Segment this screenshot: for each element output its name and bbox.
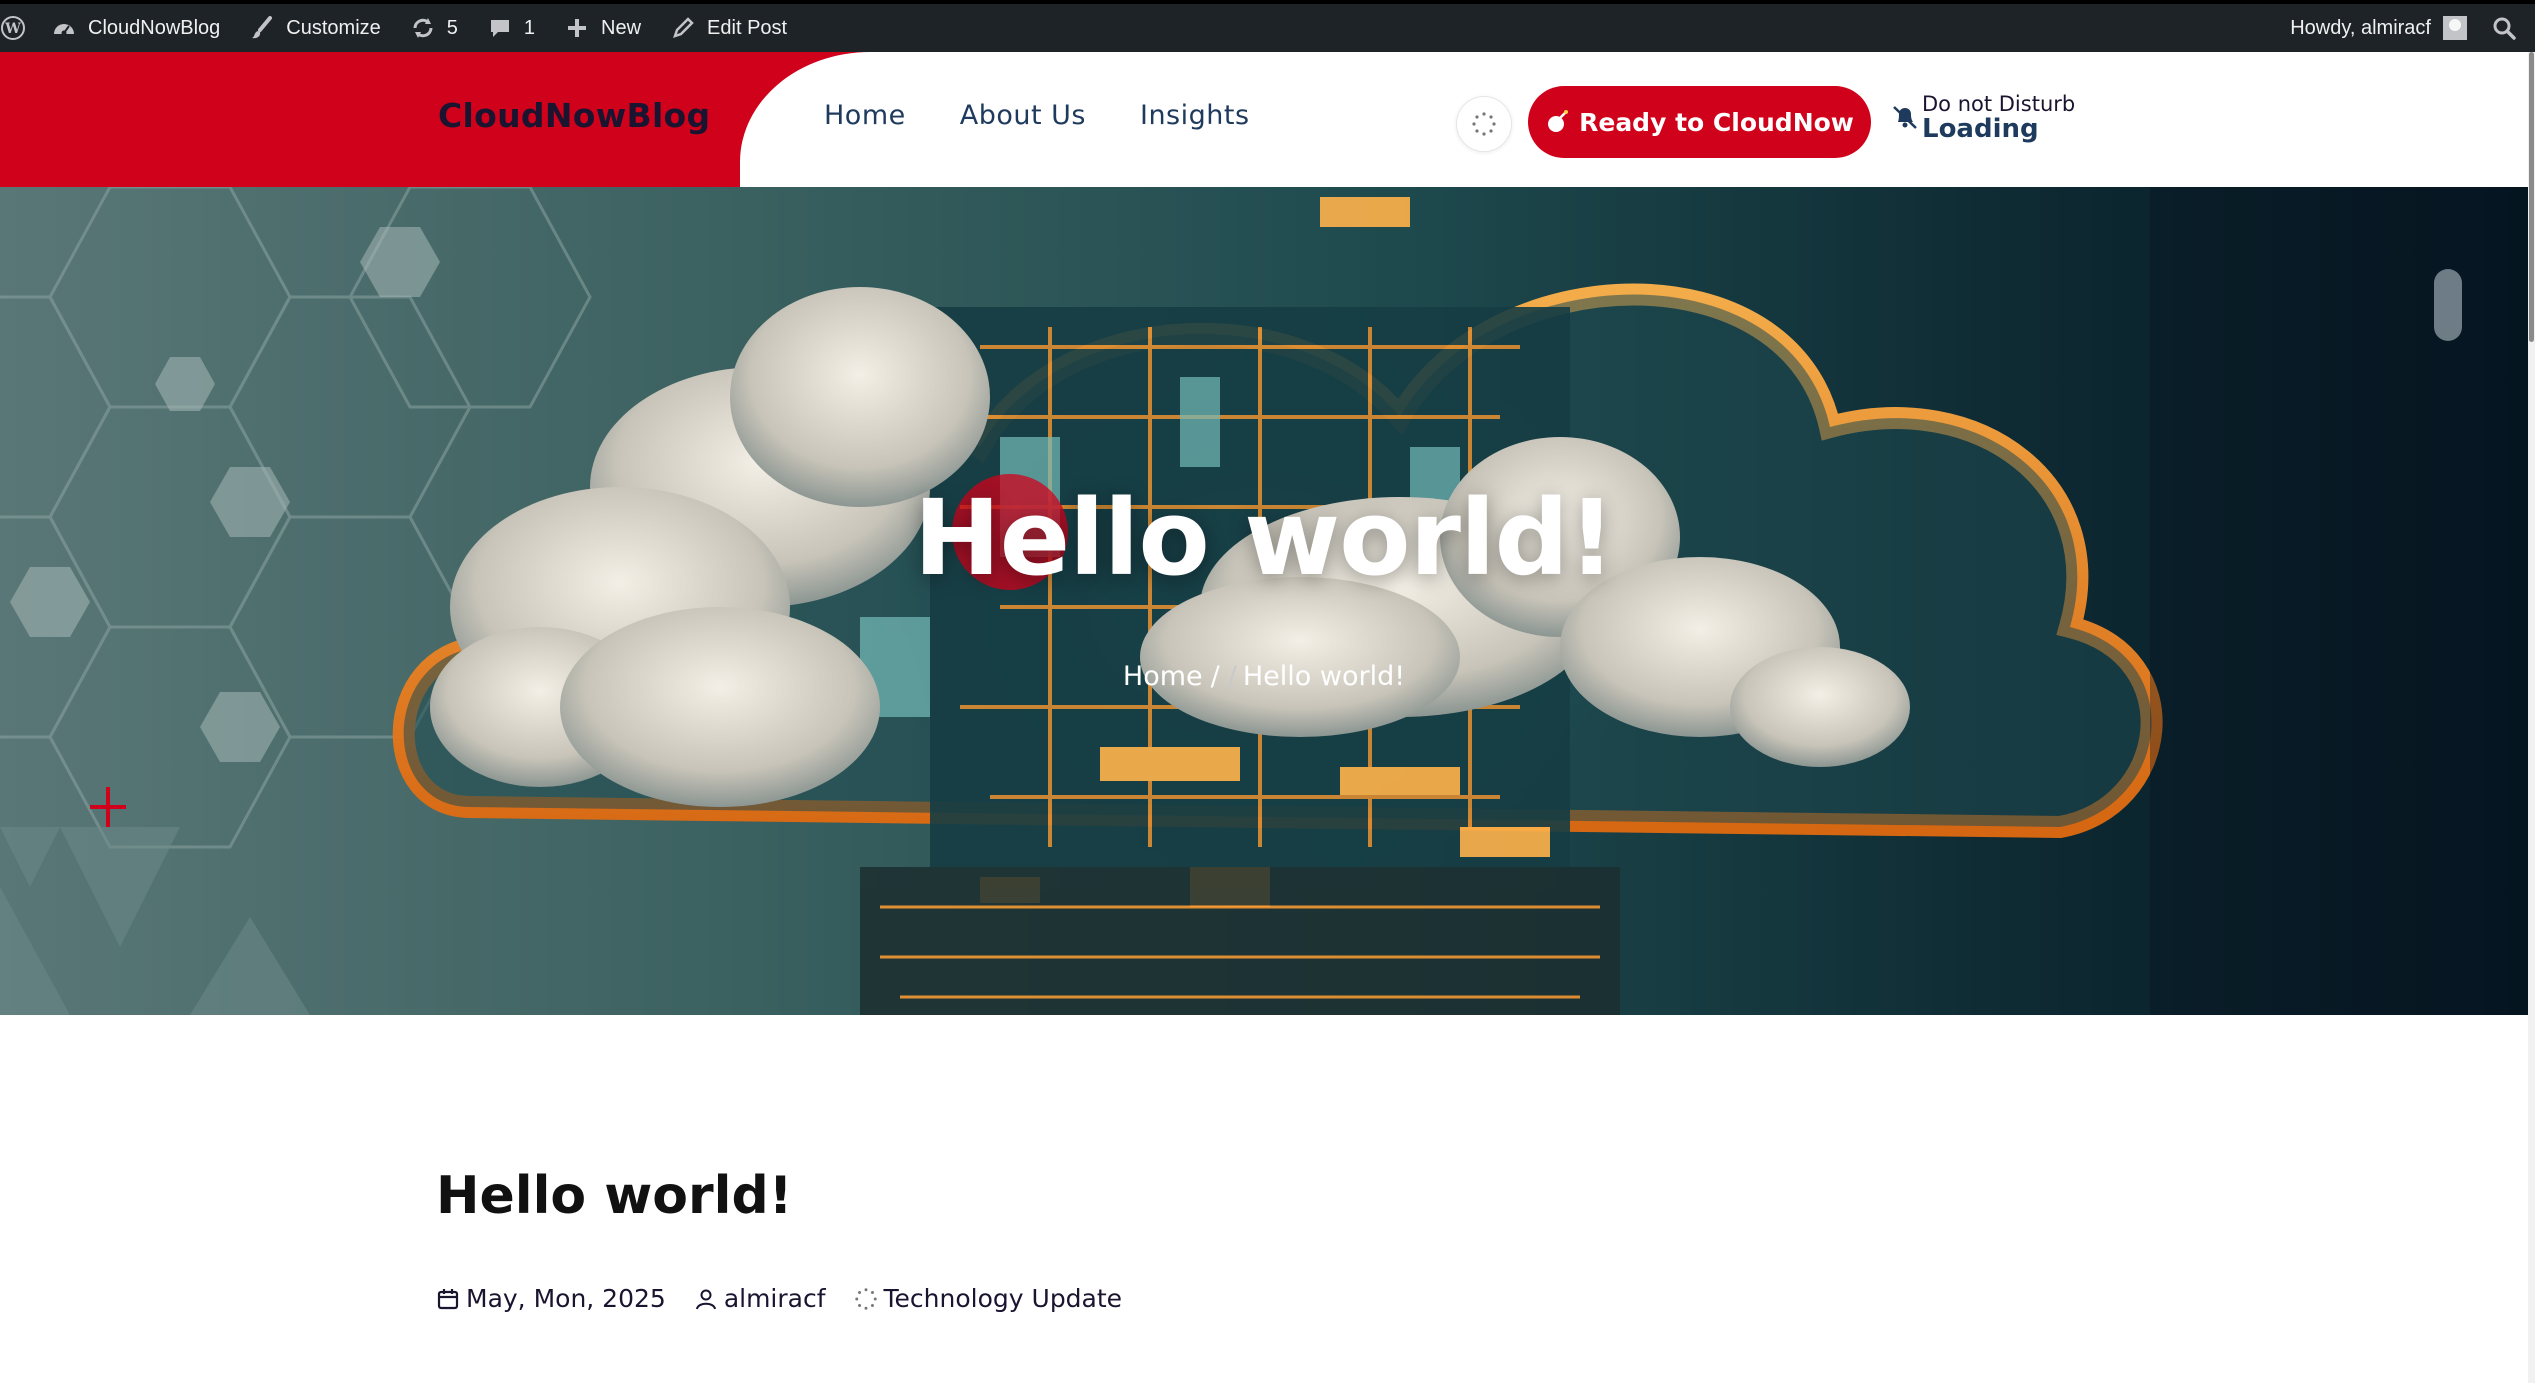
post-date-text: May, Mon, 2025 bbox=[466, 1284, 666, 1313]
new-label: New bbox=[601, 16, 642, 39]
breadcrumb-home-link[interactable]: Home bbox=[1123, 661, 1203, 692]
breadcrumb-current: Hello world! bbox=[1242, 661, 1406, 692]
site-name-link[interactable]: CloudNowBlog bbox=[36, 4, 234, 52]
cta-label: Ready to CloudNow bbox=[1579, 107, 1854, 137]
svg-text:W: W bbox=[4, 21, 21, 37]
post-meta: May, Mon, 2025 almiracf Technology Updat… bbox=[436, 1284, 1122, 1313]
calendar-icon bbox=[437, 1288, 459, 1309]
dashboard-icon bbox=[54, 24, 74, 36]
page-hero-banner: Hello world! Home / / Hello world! bbox=[0, 187, 2528, 1015]
updates-count: 5 bbox=[446, 16, 458, 39]
loading-spinner-icon bbox=[1472, 112, 1496, 136]
comments-count: 1 bbox=[523, 16, 536, 39]
customize-label: Customize bbox=[286, 16, 381, 39]
post-date: May, Mon, 2025 bbox=[436, 1284, 666, 1313]
site-logo[interactable]: CloudNowBlog bbox=[438, 96, 710, 135]
post-title: Hello world! bbox=[436, 1166, 793, 1226]
site-name-label: CloudNowBlog bbox=[88, 16, 221, 39]
nav-item-home[interactable]: Home bbox=[824, 100, 906, 131]
search-icon bbox=[2493, 17, 2516, 40]
admin-bar: W CloudNowBlog Customize 5 1 New Edit Po… bbox=[0, 0, 2535, 52]
post-author[interactable]: almiracf bbox=[694, 1284, 826, 1313]
edit-post-label: Edit Post bbox=[707, 16, 788, 39]
breadcrumb: Home / / Hello world! bbox=[0, 661, 2528, 692]
brush-icon bbox=[252, 16, 273, 39]
ready-to-cloudnow-button[interactable]: Ready to CloudNow bbox=[1528, 86, 1871, 158]
nav-item-about-us[interactable]: About Us bbox=[960, 100, 1086, 131]
pencil-icon bbox=[673, 17, 694, 38]
loading-spinner-icon bbox=[854, 1287, 877, 1310]
site-header: CloudNowBlog Home About Us Insights Read… bbox=[0, 52, 2535, 312]
comment-icon bbox=[490, 20, 509, 37]
wordpress-logo-button[interactable]: W bbox=[0, 4, 36, 52]
do-not-disturb-toggle[interactable]: Do not Disturb Loading bbox=[1890, 92, 2075, 144]
hero-background-image bbox=[0, 187, 2528, 1015]
post-category-name: Technology Update bbox=[883, 1284, 1123, 1313]
hero-title: Hello world! bbox=[913, 477, 1616, 599]
page-scrollbar[interactable] bbox=[2528, 52, 2535, 1383]
refresh-icon bbox=[413, 18, 433, 38]
search-toggle-button[interactable] bbox=[1456, 96, 1512, 152]
wordpress-icon: W bbox=[1, 16, 25, 40]
breadcrumb-separator-faint: / bbox=[1227, 661, 1237, 692]
post-author-name: almiracf bbox=[723, 1284, 826, 1313]
avatar bbox=[2443, 16, 2467, 40]
customize-link[interactable]: Customize bbox=[234, 4, 394, 52]
bell-slash-icon bbox=[1893, 106, 1917, 129]
breadcrumb-separator: / bbox=[1210, 661, 1220, 692]
updates-link[interactable]: 5 bbox=[395, 4, 472, 52]
howdy-label: Howdy, almiracf bbox=[2290, 16, 2431, 39]
admin-search-button[interactable] bbox=[2487, 4, 2521, 52]
new-content-link[interactable]: New bbox=[549, 4, 655, 52]
user-icon bbox=[695, 1289, 716, 1309]
scrollbar-thumb[interactable] bbox=[2529, 52, 2534, 342]
rocket-icon bbox=[1548, 110, 1569, 132]
scroll-indicator[interactable] bbox=[2434, 269, 2462, 341]
main-nav: Home About Us Insights bbox=[824, 100, 1250, 131]
edit-post-link[interactable]: Edit Post bbox=[655, 4, 801, 52]
comments-link[interactable]: 1 bbox=[472, 4, 549, 52]
nav-item-insights[interactable]: Insights bbox=[1140, 100, 1250, 131]
account-menu[interactable]: Howdy, almiracf bbox=[2276, 4, 2487, 52]
post-category[interactable]: Technology Update bbox=[854, 1284, 1123, 1313]
plus-icon bbox=[568, 19, 587, 37]
